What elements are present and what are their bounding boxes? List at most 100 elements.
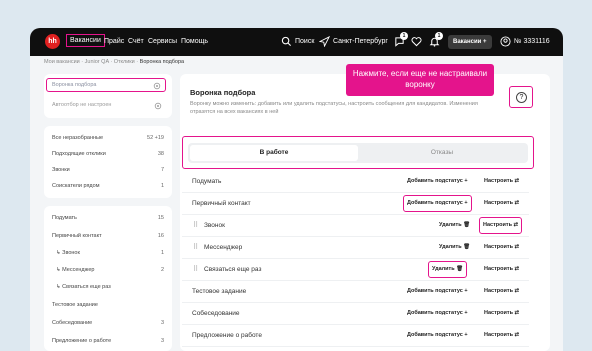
sidebar-count: 38 bbox=[157, 151, 164, 157]
trash-icon: 🗑 bbox=[463, 244, 471, 250]
add-substatus-button[interactable]: Добавить подстатус + bbox=[407, 288, 468, 294]
breadcrumb-responses[interactable]: Отклики bbox=[114, 59, 135, 65]
sidebar-item-suitable[interactable]: Подходящие отклики bbox=[52, 151, 106, 157]
stage-row: Собеседование Добавить подстатус + Настр… bbox=[182, 303, 529, 325]
breadcrumb-my-vacancies[interactable]: Мои вакансии bbox=[44, 59, 80, 65]
trash-icon: 🗑 bbox=[463, 222, 471, 228]
drag-handle-icon[interactable]: ⠿ bbox=[193, 265, 198, 273]
add-substatus-label: Добавить подстатус bbox=[407, 178, 463, 184]
add-substatus-button[interactable]: Добавить подстатус + bbox=[407, 178, 468, 184]
user-icon[interactable] bbox=[500, 36, 511, 47]
sidebar-count: 15 bbox=[157, 215, 164, 221]
tab-in-progress[interactable]: В работе bbox=[190, 145, 358, 161]
nav-vacancies[interactable]: Вакансии bbox=[66, 34, 105, 47]
vacancies-menu-button[interactable]: Вакансии + bbox=[448, 35, 492, 49]
sidebar-stages-card: Подумать 15 Первичный контакт 16 ↳ Звоно… bbox=[44, 206, 172, 351]
substage-row: ⠿ Связаться еще раз Удалить 🗑 Настроить … bbox=[182, 259, 529, 281]
setup-label: Настроить bbox=[484, 310, 513, 316]
sliders-icon: ⇄ bbox=[514, 200, 520, 206]
sidebar-item-test-task[interactable]: Тестовое задание bbox=[52, 302, 98, 308]
sidebar-item-call[interactable]: ↳ Звонок bbox=[56, 250, 80, 256]
sidebar-item-primary-contact[interactable]: Первичный контакт bbox=[52, 233, 102, 239]
sidebar-item-offer[interactable]: Предложение о работе bbox=[52, 338, 111, 344]
sidebar-autoselect-label[interactable]: Автоотбор не настроен bbox=[52, 102, 111, 108]
plus-icon: + bbox=[464, 178, 468, 184]
sidebar-count: 2 bbox=[160, 267, 164, 273]
nav-services[interactable]: Сервисы bbox=[148, 38, 177, 45]
setup-button[interactable]: Настроить ⇄ bbox=[484, 288, 519, 294]
sliders-icon: ⇄ bbox=[514, 288, 520, 294]
plus-icon: + bbox=[464, 200, 468, 206]
sidebar-item-nearby[interactable]: Соискатели рядом bbox=[52, 183, 100, 189]
tabs-highlight: В работе Отказы bbox=[182, 136, 534, 169]
stage-row: Первичный контакт Добавить подстатус + Н… bbox=[182, 193, 529, 215]
drag-handle-icon[interactable]: ⠿ bbox=[193, 221, 198, 229]
tab-rejections[interactable]: Отказы bbox=[358, 145, 526, 161]
nav-price[interactable]: Прайс bbox=[104, 38, 124, 45]
sidebar-count: 1 bbox=[160, 183, 164, 189]
setup-label: Настроить bbox=[484, 178, 513, 184]
setup-label: Настроить bbox=[484, 332, 513, 338]
add-substatus-label: Добавить подстатус bbox=[407, 288, 463, 294]
plus-icon: + bbox=[464, 310, 468, 316]
sidebar-item-messenger[interactable]: ↳ Мессенджер bbox=[56, 267, 94, 273]
add-substatus-button[interactable]: Добавить подстатус + bbox=[407, 332, 468, 338]
stage-name: Подумать bbox=[192, 178, 222, 185]
sidebar-item-interview[interactable]: Собеседование bbox=[52, 320, 92, 326]
delete-button[interactable]: Удалить 🗑 bbox=[428, 261, 468, 278]
stage-name: Собеседование bbox=[192, 310, 240, 317]
setup-button[interactable]: Настроить ⇄ bbox=[484, 332, 519, 338]
delete-button[interactable]: Удалить 🗑 bbox=[439, 222, 470, 228]
setup-button[interactable]: Настроить ⇄ bbox=[484, 266, 519, 272]
sidebar-item-calls[interactable]: Звонки bbox=[52, 167, 70, 173]
sidebar-item-think[interactable]: Подумать bbox=[52, 215, 77, 221]
stage-name: Первичный контакт bbox=[192, 200, 251, 207]
sidebar-item-all-unsorted[interactable]: Все неразобранные bbox=[52, 135, 103, 141]
setup-label: Настроить bbox=[484, 288, 513, 294]
sliders-icon: ⇄ bbox=[514, 178, 520, 184]
delete-label: Удалить bbox=[439, 222, 462, 228]
sidebar-item-contact-again[interactable]: ↳ Связаться еще раз bbox=[56, 284, 111, 290]
city-selector[interactable]: Санкт-Петербург bbox=[333, 38, 388, 45]
help-button[interactable]: ? bbox=[509, 86, 533, 108]
delete-button[interactable]: Удалить 🗑 bbox=[439, 244, 470, 250]
setup-button[interactable]: Настроить ⇄ bbox=[479, 217, 523, 234]
sidebar-item-funnel[interactable]: Воронка подбора bbox=[46, 78, 166, 92]
settings-icon[interactable] bbox=[154, 102, 162, 110]
sidebar-count: 16 bbox=[157, 233, 164, 239]
add-substatus-button[interactable]: Добавить подстатус + bbox=[407, 310, 468, 316]
heart-icon[interactable] bbox=[411, 36, 422, 47]
sidebar-count: 52 +19 bbox=[147, 135, 164, 141]
setup-button[interactable]: Настроить ⇄ bbox=[484, 310, 519, 316]
breadcrumb-vacancy[interactable]: Junior QA bbox=[85, 59, 109, 65]
chat-badge: 1 bbox=[400, 32, 408, 40]
settings-icon[interactable] bbox=[153, 82, 161, 90]
sidebar-count: 7 bbox=[160, 167, 164, 173]
stage-row: Тестовое задание Добавить подстатус + На… bbox=[182, 281, 529, 303]
substage-row: ⠿ Звонок Удалить 🗑 Настроить ⇄ bbox=[182, 215, 529, 237]
search-link[interactable]: Поиск bbox=[295, 38, 314, 45]
add-substatus-button[interactable]: Добавить подстатус + bbox=[403, 195, 472, 212]
setup-button[interactable]: Настроить ⇄ bbox=[484, 200, 519, 206]
setup-label: Настроить bbox=[484, 200, 513, 206]
nav-help[interactable]: Помощь bbox=[181, 38, 208, 45]
bell-badge: 1 bbox=[435, 32, 443, 40]
drag-handle-icon[interactable]: ⠿ bbox=[193, 243, 198, 251]
sidebar-count: 3 bbox=[160, 338, 164, 344]
stage-name: Связаться еще раз bbox=[204, 266, 262, 273]
sidebar-funnel-label: Воронка подбора bbox=[52, 82, 97, 88]
question-icon: ? bbox=[516, 92, 527, 103]
nav-account[interactable]: Счёт bbox=[128, 38, 144, 45]
breadcrumb: Мои вакансии · Junior QA · Отклики · Вор… bbox=[44, 59, 184, 65]
stage-row: Подумать Добавить подстатус + Настроить … bbox=[182, 171, 529, 193]
add-substatus-label: Добавить подстатус bbox=[407, 200, 463, 206]
stage-name: Мессенджер bbox=[204, 244, 243, 251]
status-tabs: В работе Отказы bbox=[188, 143, 528, 163]
setup-button[interactable]: Настроить ⇄ bbox=[484, 244, 519, 250]
account-number[interactable]: № 3331116 bbox=[514, 38, 550, 45]
setup-button[interactable]: Настроить ⇄ bbox=[484, 178, 519, 184]
sliders-icon: ⇄ bbox=[514, 244, 520, 250]
plus-icon: + bbox=[483, 39, 487, 45]
hh-logo[interactable]: hh bbox=[45, 34, 60, 49]
search-icon[interactable] bbox=[281, 36, 292, 47]
